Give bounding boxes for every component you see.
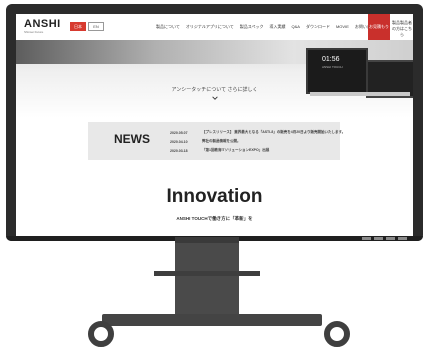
news-item[interactable]: 2020.04.10 弊社の製品情報を公開。 xyxy=(170,137,345,146)
nav-item-specs[interactable]: 製品スペック xyxy=(240,24,264,30)
news-title: NEWS xyxy=(114,132,150,146)
stand-base xyxy=(102,314,322,326)
nav-item-apps[interactable]: オリジナルアプリについて xyxy=(186,24,234,30)
innovation-heading: Innovation xyxy=(166,186,263,207)
monitor-indicator-lights xyxy=(362,237,407,240)
news-text[interactable]: 「第1回教育ITソリューションEXPO」出展 xyxy=(202,148,269,153)
hero-section: 01:56 ANSHI TOUCH アンシータッチについて さらに詳しく xyxy=(16,40,413,118)
logo[interactable]: ANSHI xyxy=(24,18,61,30)
dealer-link[interactable]: 製品製品者の方はこちら xyxy=(392,20,412,38)
stand-shelf xyxy=(154,271,260,276)
wheel-icon xyxy=(88,321,114,347)
device-label: ANSHI TOUCH xyxy=(322,65,343,69)
news-section: NEWS 2020.05.07 【プレスリリース】 業界最大となる「ASTI-8… xyxy=(88,122,345,160)
news-text[interactable]: 弊社の製品情報を公開。 xyxy=(202,139,241,144)
news-date: 2020.03.18 xyxy=(170,148,188,153)
site-header: ANSHI Shinsei Future 日本 EN 製品について オリジナルア… xyxy=(16,14,413,41)
nav-item-qa[interactable]: Q&A xyxy=(292,24,300,30)
lang-ja-button[interactable]: 日本 xyxy=(70,22,86,31)
nav-item-products[interactable]: 製品について xyxy=(156,24,180,30)
news-item[interactable]: 2020.03.18 「第1回教育ITソリューションEXPO」出展 xyxy=(170,146,345,155)
hero-more-link[interactable]: アンシータッチについて さらに詳しく xyxy=(16,86,413,93)
innovation-tagline: ANSHI TOUCHで働き方に「革新」を xyxy=(176,216,253,221)
stand-column xyxy=(175,237,239,315)
nav-item-cases[interactable]: 導入実績 xyxy=(270,24,286,30)
chevron-down-icon[interactable] xyxy=(212,95,218,101)
news-item[interactable]: 2020.05.07 【プレスリリース】 業界最大となる「ASTI-8」の販売を… xyxy=(170,128,345,137)
news-date: 2020.04.10 xyxy=(170,139,188,144)
monitor-frame: ANSHI Shinsei Future 日本 EN 製品について オリジナルア… xyxy=(6,4,423,241)
news-list: 2020.05.07 【プレスリリース】 業界最大となる「ASTI-8」の販売を… xyxy=(170,128,345,155)
lang-en-button[interactable]: EN xyxy=(88,22,104,31)
main-nav: 製品について オリジナルアプリについて 製品スペック 導入実績 Q&A ダウンロ… xyxy=(156,24,379,30)
monitor-screen: ANSHI Shinsei Future 日本 EN 製品について オリジナルア… xyxy=(16,14,413,236)
news-text[interactable]: 【プレスリリース】 業界最大となる「ASTI-8」の販売を4月20日より販売開始… xyxy=(202,130,345,135)
news-date: 2020.05.07 xyxy=(170,130,188,135)
nav-item-download[interactable]: ダウンロード xyxy=(306,24,330,30)
quote-button[interactable]: お見積もり xyxy=(368,14,390,40)
wheel-icon xyxy=(324,321,350,347)
device-clock: 01:56 xyxy=(322,56,340,63)
nav-item-movie[interactable]: MOVIE xyxy=(336,24,349,30)
logo-subtitle: Shinsei Future xyxy=(24,30,44,34)
